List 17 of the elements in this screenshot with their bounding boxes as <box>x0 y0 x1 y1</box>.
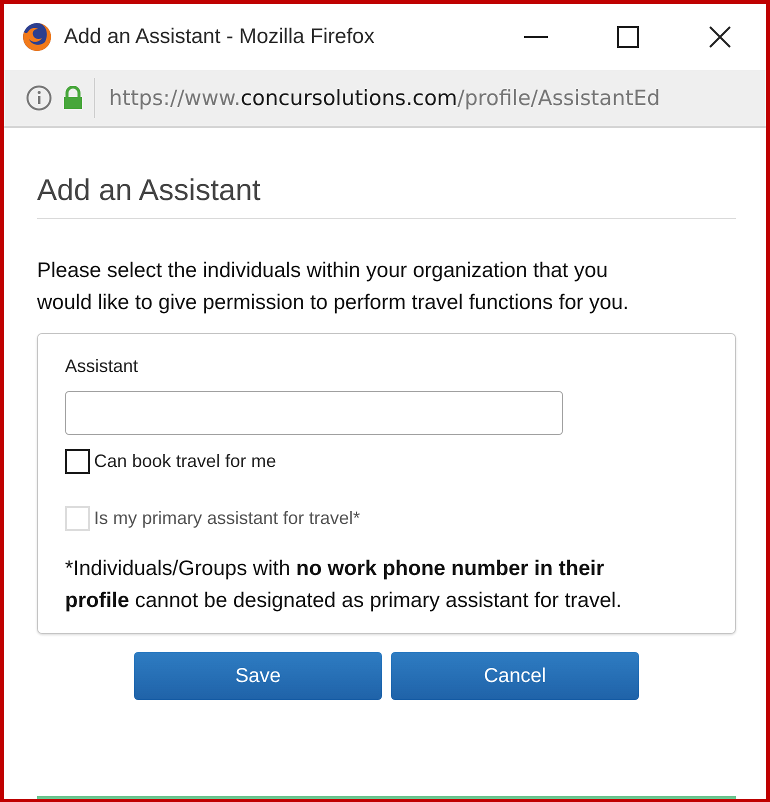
maximize-icon <box>616 25 640 49</box>
checkbox-label: Can book travel for me <box>94 451 276 472</box>
info-icon[interactable] <box>26 85 52 111</box>
checkbox-label: Is my primary assistant for travel* <box>94 508 360 529</box>
assistant-field[interactable] <box>65 391 563 435</box>
browser-logo-icon <box>22 22 52 52</box>
window-title: Add an Assistant - Mozilla Firefox <box>64 25 376 49</box>
checkbox[interactable] <box>65 449 90 474</box>
field-label: Assistant <box>65 356 140 377</box>
intro-text: Please select the individuals within your organization that you would like to give permission to perform travel functions for you. <box>37 258 630 316</box>
lock-icon[interactable] <box>62 86 84 110</box>
note-text: *Individuals/Groups with no work phone number in their profile cannot be designated as primary assistant for travel. <box>65 556 623 614</box>
minimize-icon <box>524 36 548 38</box>
cancel-button[interactable]: Cancel <box>391 652 639 700</box>
save-button[interactable]: Save <box>134 652 382 700</box>
close-icon <box>707 24 733 50</box>
dialog-heading: Add an Assistant <box>37 174 736 219</box>
